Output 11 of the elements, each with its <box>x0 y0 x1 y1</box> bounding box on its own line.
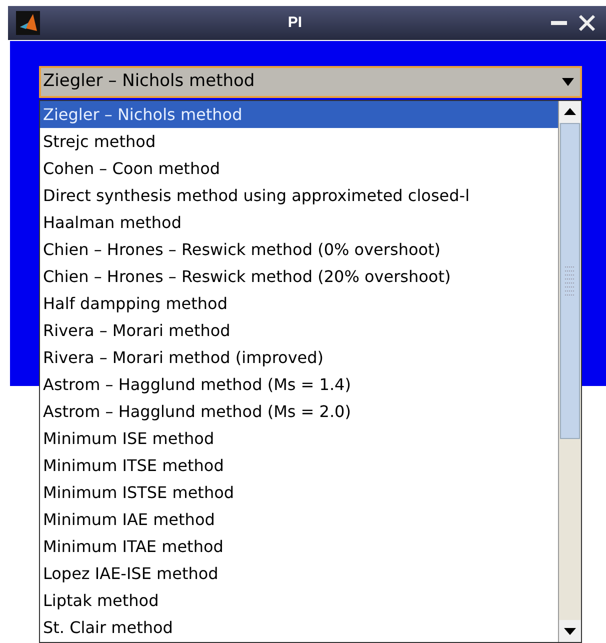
grip-icon <box>564 266 576 296</box>
caret-icon <box>562 78 574 86</box>
scrollbar-thumb[interactable] <box>560 123 580 439</box>
scrollbar[interactable] <box>558 101 581 642</box>
list-item[interactable]: Ziegler – Nichols method <box>40 101 558 128</box>
window-title: PI <box>286 12 304 33</box>
app-logo-icon <box>16 11 40 35</box>
scroll-up-icon[interactable] <box>559 101 581 123</box>
method-dropdown[interactable]: Ziegler – Nichols method <box>39 66 582 98</box>
scroll-down-icon[interactable] <box>559 620 581 642</box>
close-icon[interactable] <box>578 14 596 32</box>
